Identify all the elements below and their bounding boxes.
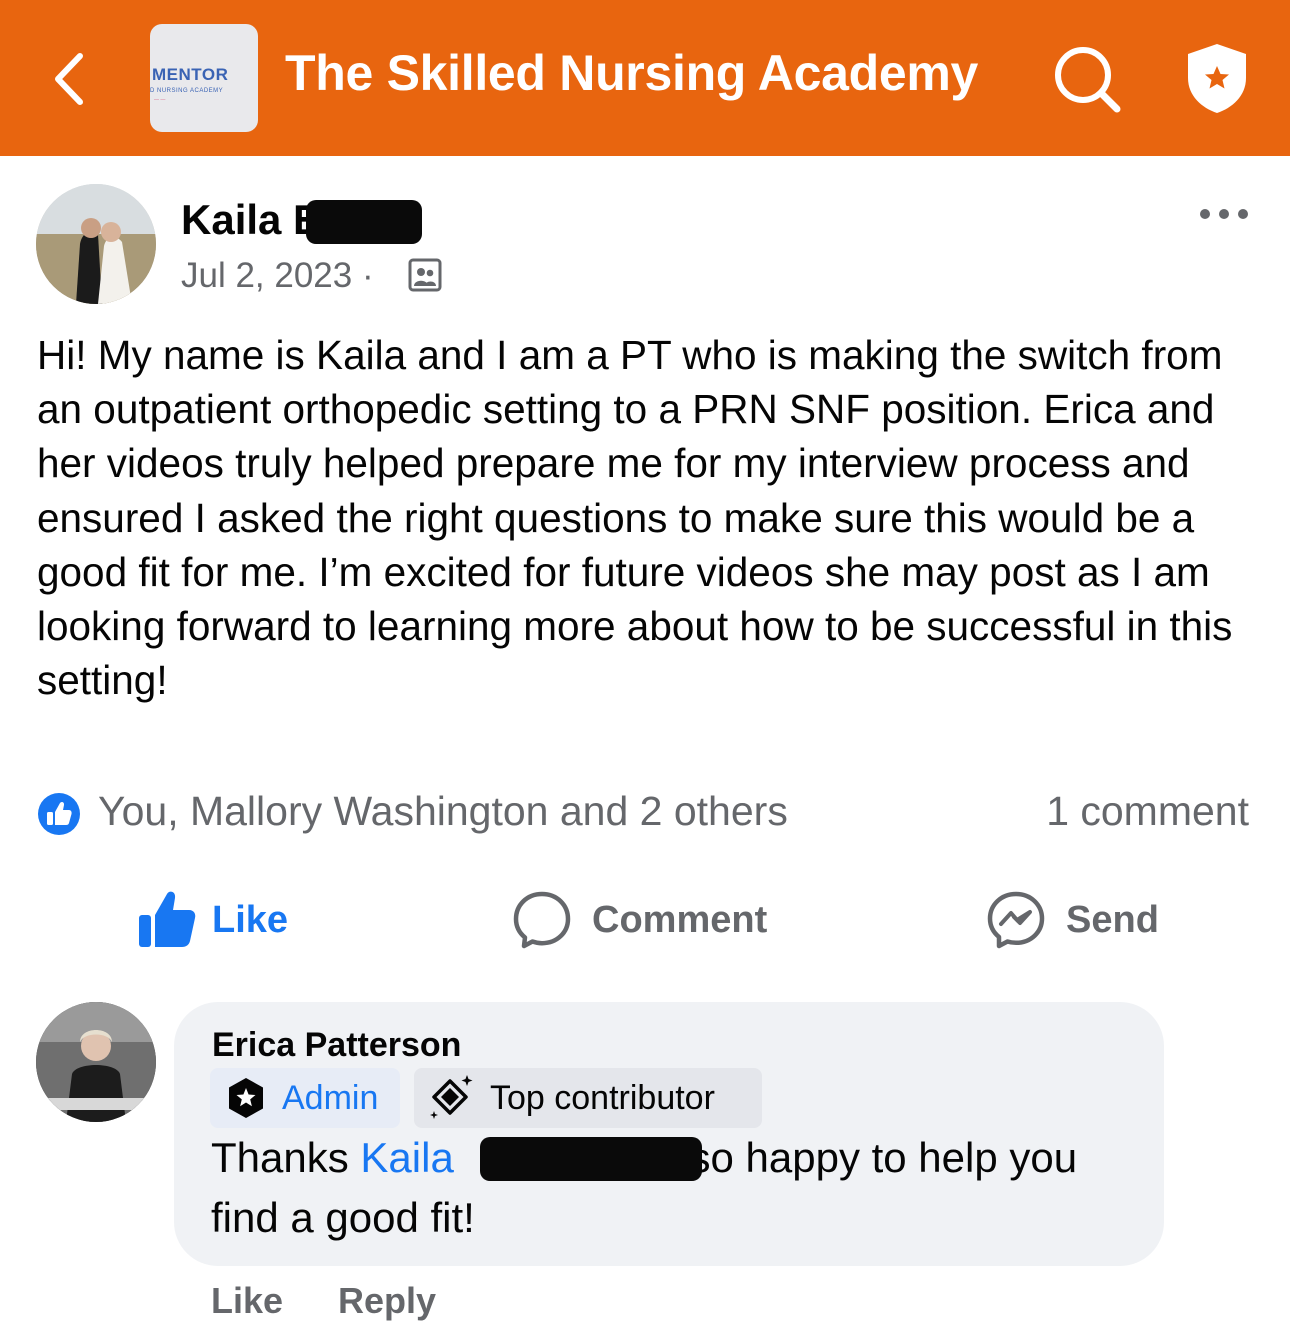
group-logo[interactable]: MENTOR D NURSING ACADEMY — — [150, 24, 258, 132]
shield-star-icon [1188, 44, 1246, 113]
top-contributor-label: Top contributor [490, 1078, 715, 1117]
top-bar: MENTOR D NURSING ACADEMY — — The Skilled… [0, 0, 1290, 156]
like-reaction-badge[interactable] [37, 792, 81, 836]
top-contributor-badge[interactable]: Top contributor [414, 1068, 762, 1128]
mention-link[interactable]: Kaila [360, 1134, 453, 1181]
like-button[interactable]: Like [136, 880, 288, 960]
redaction [480, 1137, 702, 1181]
group-logo-text: MENTOR [152, 65, 229, 84]
comment-like-button[interactable]: Like [211, 1280, 283, 1322]
back-icon [55, 53, 83, 105]
group-title[interactable]: The Skilled Nursing Academy [285, 44, 978, 102]
comment-button[interactable]: Comment [512, 880, 767, 960]
search-icon [1055, 47, 1121, 113]
reactions-summary[interactable]: You, Mallory Washington and 2 others [98, 788, 788, 835]
comment-count[interactable]: 1 comment [1046, 788, 1249, 835]
author-avatar[interactable] [36, 184, 156, 304]
back-button[interactable] [44, 44, 104, 114]
top-contributor-icon [430, 1075, 473, 1119]
more-options-button[interactable] [1198, 204, 1250, 224]
avatar-photo [36, 184, 156, 304]
commenter-avatar[interactable] [36, 1002, 156, 1122]
comment-label: Comment [592, 898, 768, 941]
post-date: Jul 2, 2023 · [181, 256, 374, 295]
send-label: Send [1066, 898, 1159, 941]
post-body: Hi! My name is Kaila and I am a PT who i… [37, 332, 1233, 704]
admin-badge[interactable]: Admin [210, 1068, 400, 1128]
commenter-name[interactable]: Erica Patterson [212, 1026, 461, 1065]
send-button[interactable]: Send [986, 880, 1159, 960]
admin-star-icon [229, 1078, 263, 1118]
search-button[interactable] [1050, 42, 1124, 116]
redaction [306, 200, 422, 244]
comment-icon [513, 891, 571, 949]
comment-text-prefix: Thanks [211, 1134, 349, 1181]
like-badge-icon [38, 793, 80, 835]
like-label: Like [212, 898, 289, 941]
admin-badge-label: Admin [282, 1078, 379, 1117]
messenger-icon [987, 891, 1045, 949]
author-name[interactable]: Kaila E [181, 196, 321, 244]
comment-reply-button[interactable]: Reply [338, 1280, 436, 1322]
group-logo-subtext: D NURSING ACADEMY [150, 88, 224, 94]
thumbs-up-icon [139, 891, 196, 947]
avatar-photo [36, 1002, 156, 1122]
more-icon [1200, 209, 1248, 219]
audience-group-icon [408, 258, 442, 292]
admin-tools-button[interactable] [1184, 40, 1250, 116]
group-logo-mark: — — [154, 97, 166, 103]
